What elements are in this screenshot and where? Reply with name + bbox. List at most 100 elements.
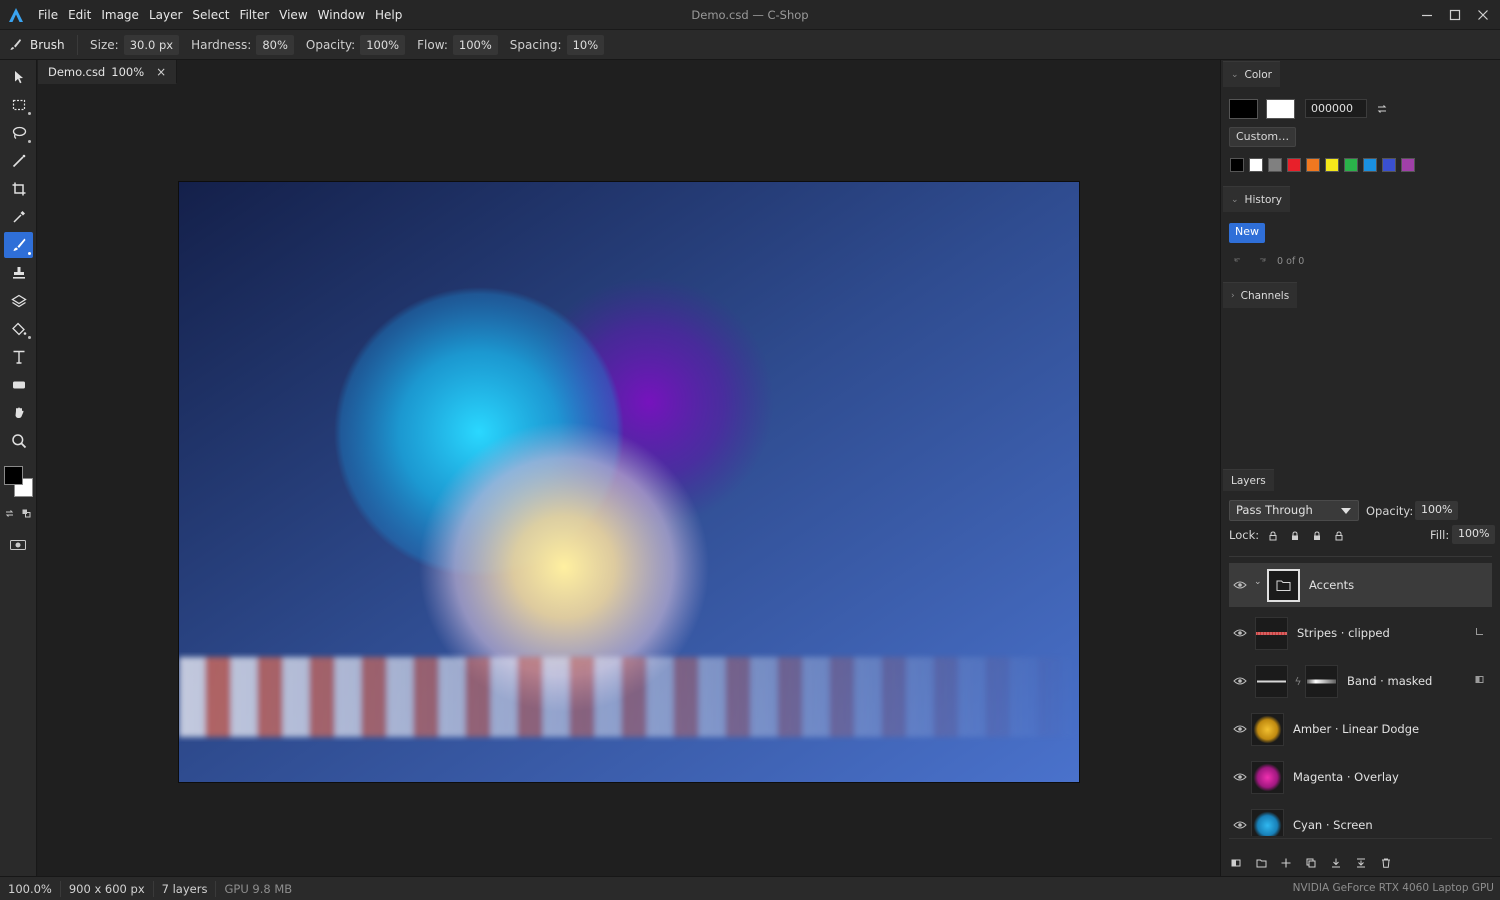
- flatten-button[interactable]: [1356, 856, 1381, 870]
- eye-icon[interactable]: [1233, 675, 1247, 687]
- app-logo-icon[interactable]: [7, 6, 25, 24]
- custom-color-button[interactable]: Custom…: [1229, 127, 1297, 147]
- hex-color-input[interactable]: 000000: [1305, 99, 1367, 118]
- status-zoom[interactable]: 100.0%: [0, 880, 61, 897]
- fill-field[interactable]: 100%: [1452, 525, 1496, 544]
- tool-magic-wand[interactable]: [4, 148, 33, 174]
- hardness-field[interactable]: 80%: [256, 34, 294, 55]
- new-layer-button[interactable]: [1281, 856, 1306, 870]
- swatch-gray[interactable]: [1268, 158, 1282, 172]
- swatch-white[interactable]: [1249, 158, 1263, 172]
- swatch-red[interactable]: [1287, 158, 1301, 172]
- tool-eraser[interactable]: [4, 288, 33, 314]
- spacing-field[interactable]: 10%: [566, 34, 605, 55]
- tool-eyedropper[interactable]: [4, 204, 33, 230]
- lock-pixels-icon[interactable]: [1289, 530, 1301, 542]
- menu-filter[interactable]: Filter: [234, 8, 274, 22]
- foreground-color-chip[interactable]: [1229, 99, 1258, 119]
- tool-hand[interactable]: [4, 400, 33, 426]
- layer-row-band[interactable]: Band · masked: [1229, 659, 1492, 703]
- status-gpu-memory: GPU 9.8 MB: [224, 881, 293, 896]
- tool-lasso[interactable]: [4, 120, 33, 146]
- history-panel-tab[interactable]: ⌄ History: [1223, 186, 1290, 212]
- flow-field[interactable]: 100%: [452, 34, 498, 55]
- menu-image[interactable]: Image: [96, 8, 144, 22]
- delete-layer-button[interactable]: [1381, 856, 1406, 870]
- close-window-button[interactable]: [1466, 0, 1500, 30]
- layer-row-magenta[interactable]: Magenta · Overlay: [1229, 755, 1492, 799]
- swap-arrows-icon[interactable]: [1377, 104, 1387, 114]
- eraser-icon: [10, 294, 27, 308]
- tool-marquee[interactable]: [4, 92, 33, 118]
- tool-shape[interactable]: [4, 372, 33, 398]
- close-tab-icon[interactable]: ×: [156, 65, 166, 79]
- status-gpu-device: NVIDIA GeForce RTX 4060 Laptop GPU: [1292, 882, 1494, 894]
- layer-name: Cyan · Screen: [1293, 818, 1373, 832]
- blend-mode-select[interactable]: Pass Through: [1229, 500, 1359, 521]
- brush-icon: [10, 39, 21, 50]
- layer-effects-button[interactable]: [1231, 856, 1256, 870]
- lock-transparent-icon[interactable]: [1267, 530, 1279, 542]
- tool-stamp[interactable]: [4, 260, 33, 286]
- document-tab-name: Demo.csd: [48, 64, 106, 79]
- channels-panel-tab[interactable]: › Channels: [1223, 282, 1298, 308]
- swatch-black[interactable]: [1230, 158, 1244, 172]
- merge-down-button[interactable]: [1331, 856, 1356, 870]
- swatch-sky[interactable]: [1363, 158, 1377, 172]
- menu-file[interactable]: File: [33, 8, 63, 22]
- swatch-blue[interactable]: [1382, 158, 1396, 172]
- foreground-color-swatch[interactable]: [4, 466, 23, 485]
- menu-select[interactable]: Select: [187, 8, 234, 22]
- menu-view[interactable]: View: [274, 8, 312, 22]
- opacity-field[interactable]: 100%: [360, 34, 406, 55]
- tool-move[interactable]: [4, 64, 33, 90]
- menu-edit[interactable]: Edit: [63, 8, 96, 22]
- tool-zoom[interactable]: [4, 428, 33, 454]
- lock-all-icon[interactable]: [1333, 530, 1345, 542]
- mask-link-icon[interactable]: [1295, 676, 1301, 686]
- layer-row-amber[interactable]: Amber · Linear Dodge: [1229, 707, 1492, 751]
- swatch-orange[interactable]: [1306, 158, 1320, 172]
- document-tab[interactable]: Demo.csd 100% ×: [38, 60, 178, 84]
- layer-row-accents[interactable]: ⌄ Accents: [1229, 563, 1492, 607]
- tool-brush[interactable]: [4, 232, 33, 258]
- layer-row-stripes[interactable]: Stripes · clipped: [1229, 611, 1492, 655]
- tool-name: Brush: [30, 37, 65, 52]
- eye-icon[interactable]: [1233, 627, 1247, 639]
- layers-panel-tab[interactable]: Layers: [1223, 469, 1274, 491]
- tool-type[interactable]: [4, 344, 33, 370]
- image-canvas[interactable]: [178, 181, 1080, 783]
- background-color-chip[interactable]: [1266, 99, 1295, 119]
- eye-icon[interactable]: [1233, 771, 1247, 783]
- duplicate-layer-button[interactable]: [1306, 856, 1331, 870]
- eye-icon[interactable]: [1233, 819, 1247, 831]
- menu-help[interactable]: Help: [370, 8, 407, 22]
- default-colors-icon[interactable]: [22, 509, 31, 518]
- tool-fill[interactable]: [4, 316, 33, 342]
- swatch-green[interactable]: [1344, 158, 1358, 172]
- layer-opacity-field[interactable]: 100%: [1415, 501, 1459, 520]
- lock-position-icon[interactable]: [1311, 530, 1323, 542]
- menu-window[interactable]: Window: [313, 8, 370, 22]
- status-bar: 100.0% 900 x 600 px 7 layers GPU 9.8 MB …: [0, 876, 1500, 900]
- group-expand-chevron-icon[interactable]: ⌄: [1254, 577, 1262, 587]
- quick-mask-icon[interactable]: [10, 540, 26, 550]
- redo-icon[interactable]: [1257, 256, 1267, 266]
- opacity-label: Opacity:: [305, 37, 356, 52]
- eye-icon[interactable]: [1233, 579, 1247, 591]
- size-field[interactable]: 30.0 px: [123, 34, 180, 55]
- new-group-button[interactable]: [1256, 856, 1281, 870]
- layer-row-cyan[interactable]: Cyan · Screen: [1229, 803, 1492, 836]
- tool-crop[interactable]: [4, 176, 33, 202]
- history-new-button[interactable]: New: [1229, 223, 1265, 243]
- swap-colors-icon[interactable]: [5, 509, 14, 518]
- layer-mask-thumbnail[interactable]: [1305, 665, 1338, 698]
- menu-layer[interactable]: Layer: [144, 8, 187, 22]
- color-panel-tab[interactable]: ⌄ Color: [1223, 61, 1280, 87]
- swatch-yellow[interactable]: [1325, 158, 1339, 172]
- eye-icon[interactable]: [1233, 723, 1247, 735]
- current-tool-indicator[interactable]: Brush: [0, 34, 78, 55]
- swatch-purple[interactable]: [1401, 158, 1415, 172]
- move-arrow-icon: [14, 71, 23, 84]
- undo-icon[interactable]: [1233, 256, 1243, 266]
